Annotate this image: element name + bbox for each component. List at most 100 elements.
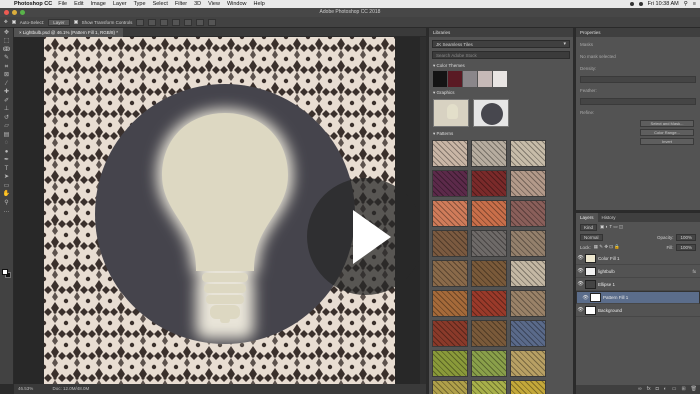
pattern-item[interactable] xyxy=(432,170,468,197)
more-tools-icon[interactable]: … xyxy=(2,208,11,215)
move-tool-icon[interactable]: ✥ xyxy=(2,30,11,37)
lasso-tool-icon[interactable]: ↂ xyxy=(2,47,11,54)
density-slider[interactable] xyxy=(580,76,696,83)
document-close-icon[interactable]: × xyxy=(19,30,22,35)
healing-brush-tool-icon[interactable]: ✚ xyxy=(2,89,11,96)
pattern-item[interactable] xyxy=(510,320,546,347)
pattern-item[interactable] xyxy=(510,140,546,167)
pattern-item[interactable] xyxy=(432,350,468,377)
menu-file[interactable]: File xyxy=(58,1,67,7)
move-tool-icon[interactable]: ✥ xyxy=(4,19,8,25)
menu-filter[interactable]: Filter xyxy=(175,1,187,7)
color-themes-header[interactable]: ▾ Color Themes xyxy=(429,61,573,70)
menu-select[interactable]: Select xyxy=(153,1,168,7)
pattern-item[interactable] xyxy=(510,170,546,197)
feather-slider[interactable] xyxy=(580,98,696,105)
menu-3d[interactable]: 3D xyxy=(194,1,201,7)
clock[interactable]: Fri 10:38 AM xyxy=(648,1,679,7)
color-swatch[interactable] xyxy=(433,71,447,87)
library-dropdown[interactable]: JK Seamless Tiles xyxy=(432,40,570,48)
align-middle-icon[interactable] xyxy=(184,18,193,26)
layer-row[interactable]: 👁 Ellipse 1 xyxy=(576,278,700,291)
crop-tool-icon[interactable]: ⌗ xyxy=(2,64,11,71)
pen-tool-icon[interactable]: ✒ xyxy=(2,157,11,164)
fx-icon[interactable]: fx xyxy=(647,385,651,394)
zoom-level[interactable]: 46.53% xyxy=(18,386,33,391)
pattern-item[interactable] xyxy=(432,320,468,347)
pattern-item[interactable] xyxy=(471,350,507,377)
blend-mode-dropdown[interactable]: Normal xyxy=(580,233,603,241)
graphic-item-ellipse[interactable] xyxy=(473,99,509,127)
fill-input[interactable]: 100% xyxy=(676,243,696,251)
pattern-item[interactable] xyxy=(510,260,546,287)
filter-icons[interactable]: ▣ ◐ T ▭ ◫ xyxy=(600,224,623,230)
adjustment-icon[interactable]: ◐ xyxy=(664,385,667,394)
layer-row[interactable]: 👁 Color Fill 1 xyxy=(576,252,700,265)
pattern-item[interactable] xyxy=(432,260,468,287)
pattern-item[interactable] xyxy=(471,200,507,227)
align-right-icon[interactable] xyxy=(160,18,169,26)
color-swatch[interactable] xyxy=(478,71,492,87)
color-swatch[interactable] xyxy=(448,71,462,87)
pattern-item[interactable] xyxy=(510,230,546,257)
layer-row[interactable]: 👁 Pattern Fill 1 xyxy=(576,291,700,304)
tab-history[interactable]: History xyxy=(598,213,620,222)
canvas-scrollbar[interactable] xyxy=(420,37,426,384)
visibility-eye-icon[interactable]: 👁 xyxy=(576,281,585,287)
foreground-color-swatch[interactable] xyxy=(2,269,8,275)
align-left-icon[interactable] xyxy=(136,18,145,26)
eraser-tool-icon[interactable]: ▱ xyxy=(2,123,11,130)
quick-select-tool-icon[interactable]: ✎ xyxy=(2,55,11,62)
clone-stamp-tool-icon[interactable]: ⊥ xyxy=(2,106,11,113)
group-icon[interactable]: ▭ xyxy=(672,385,677,394)
lock-icons[interactable]: ▦ ✎ ✥ ⊡ 🔒 xyxy=(594,244,620,250)
menu-edit[interactable]: Edit xyxy=(74,1,83,7)
zoom-window-button[interactable] xyxy=(20,10,25,15)
menu-image[interactable]: Image xyxy=(91,1,106,7)
pattern-item[interactable] xyxy=(471,230,507,257)
menu-view[interactable]: View xyxy=(208,1,220,7)
layer-row[interactable]: 👁 lightbulb fx xyxy=(576,265,700,278)
wifi-icon[interactable] xyxy=(638,2,643,6)
layer-row[interactable]: 👁 Background xyxy=(576,304,700,317)
visibility-eye-icon[interactable]: 👁 xyxy=(576,268,585,274)
select-and-mask-button[interactable]: Select and Mask... xyxy=(640,120,694,127)
invert-button[interactable]: Invert xyxy=(640,138,694,145)
pattern-item[interactable] xyxy=(471,260,507,287)
pattern-item[interactable] xyxy=(510,350,546,377)
app-menu[interactable]: Photoshop CC xyxy=(14,1,52,7)
3d-mode-icon[interactable] xyxy=(208,18,217,26)
libraries-tab[interactable]: Libraries xyxy=(429,28,573,37)
align-bottom-icon[interactable] xyxy=(196,18,205,26)
menu-list-icon[interactable]: ≡ xyxy=(693,1,696,7)
brush-tool-icon[interactable]: ✐ xyxy=(2,98,11,105)
history-brush-tool-icon[interactable]: ↺ xyxy=(2,115,11,122)
visibility-eye-icon[interactable]: 👁 xyxy=(581,295,590,301)
transform-controls-checkbox[interactable] xyxy=(73,20,78,24)
auto-select-dropdown[interactable]: Layer xyxy=(48,18,70,26)
menu-help[interactable]: Help xyxy=(254,1,265,7)
status-icon[interactable] xyxy=(629,2,634,6)
frame-tool-icon[interactable]: ⊠ xyxy=(2,72,11,79)
pattern-item[interactable] xyxy=(471,320,507,347)
layer-fx-icon[interactable]: fx xyxy=(692,269,696,274)
pattern-item[interactable] xyxy=(471,170,507,197)
pattern-item[interactable] xyxy=(432,140,468,167)
graphic-item-lightbulb[interactable] xyxy=(433,99,469,127)
path-select-tool-icon[interactable]: ➤ xyxy=(2,174,11,181)
link-layers-icon[interactable]: ∞ xyxy=(638,385,642,394)
gradient-tool-icon[interactable]: ▤ xyxy=(2,132,11,139)
pattern-item[interactable] xyxy=(432,380,468,394)
color-theme-swatches[interactable] xyxy=(433,71,569,87)
layer-kind-filter[interactable]: Kind xyxy=(580,223,598,231)
auto-select-checkbox[interactable] xyxy=(11,20,16,24)
color-range-button[interactable]: Color Range... xyxy=(640,129,694,136)
document-tab[interactable]: × Lightbulb.psd @ 46.1% (Pattern Fill 1,… xyxy=(14,28,124,37)
pattern-item[interactable] xyxy=(510,290,546,317)
close-window-button[interactable] xyxy=(4,10,9,15)
dodge-tool-icon[interactable]: ● xyxy=(2,149,11,156)
pattern-item[interactable] xyxy=(510,200,546,227)
visibility-eye-icon[interactable]: 👁 xyxy=(576,255,585,261)
trash-icon[interactable]: 🗑 xyxy=(691,385,697,394)
shape-tool-icon[interactable]: ▭ xyxy=(2,183,11,190)
